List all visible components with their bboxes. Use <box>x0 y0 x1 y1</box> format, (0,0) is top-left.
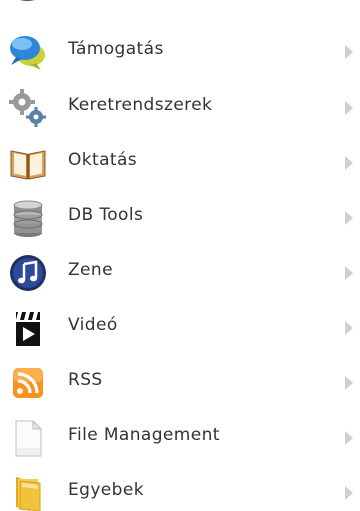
menu-item-keretrendszerek[interactable]: Keretrendszerek <box>0 80 360 132</box>
menu-item-label: File Management <box>68 425 220 445</box>
sidebar-menu: Támogatás Keretrendszerek Oktatás DB Too… <box>0 0 360 511</box>
document-icon <box>8 418 48 458</box>
book-icon <box>8 143 48 183</box>
chevron-right-icon <box>345 376 353 390</box>
chevron-right-icon <box>345 431 353 445</box>
menu-item-label: Támogatás <box>68 39 164 59</box>
menu-item-egyebek[interactable]: Egyebek <box>0 465 360 511</box>
menu-item-video[interactable]: Videó <box>0 300 360 352</box>
menu-item-label: DB Tools <box>68 205 144 225</box>
chevron-right-icon <box>345 45 353 59</box>
chat-bubbles-icon <box>8 32 48 72</box>
chevron-right-icon <box>345 486 353 500</box>
menu-item-label: Egyebek <box>68 480 144 500</box>
menu-item-tamogatas[interactable]: Támogatás <box>0 24 360 76</box>
menu-item-file-management[interactable]: File Management <box>0 410 360 462</box>
folder-icon <box>8 473 48 511</box>
menu-item-label: Zene <box>68 260 113 280</box>
menu-item-label: RSS <box>68 370 103 390</box>
menu-item-oktatas[interactable]: Oktatás <box>0 135 360 187</box>
menu-item-label: Videó <box>68 315 118 335</box>
database-icon <box>8 198 48 238</box>
menu-item-db-tools[interactable]: DB Tools <box>0 190 360 242</box>
menu-item-label: Oktatás <box>68 150 138 170</box>
chevron-right-icon <box>345 321 353 335</box>
previous-item-icon <box>10 0 44 8</box>
menu-item-label: Keretrendszerek <box>68 95 213 115</box>
menu-item-zene[interactable]: Zene <box>0 245 360 297</box>
gears-icon <box>8 88 48 128</box>
clapperboard-icon <box>8 308 48 348</box>
rss-icon <box>8 363 48 403</box>
music-note-icon <box>8 253 48 293</box>
chevron-right-icon <box>345 156 353 170</box>
chevron-right-icon <box>345 211 353 225</box>
chevron-right-icon <box>345 266 353 280</box>
menu-item-rss[interactable]: RSS <box>0 355 360 407</box>
chevron-right-icon <box>345 101 353 115</box>
